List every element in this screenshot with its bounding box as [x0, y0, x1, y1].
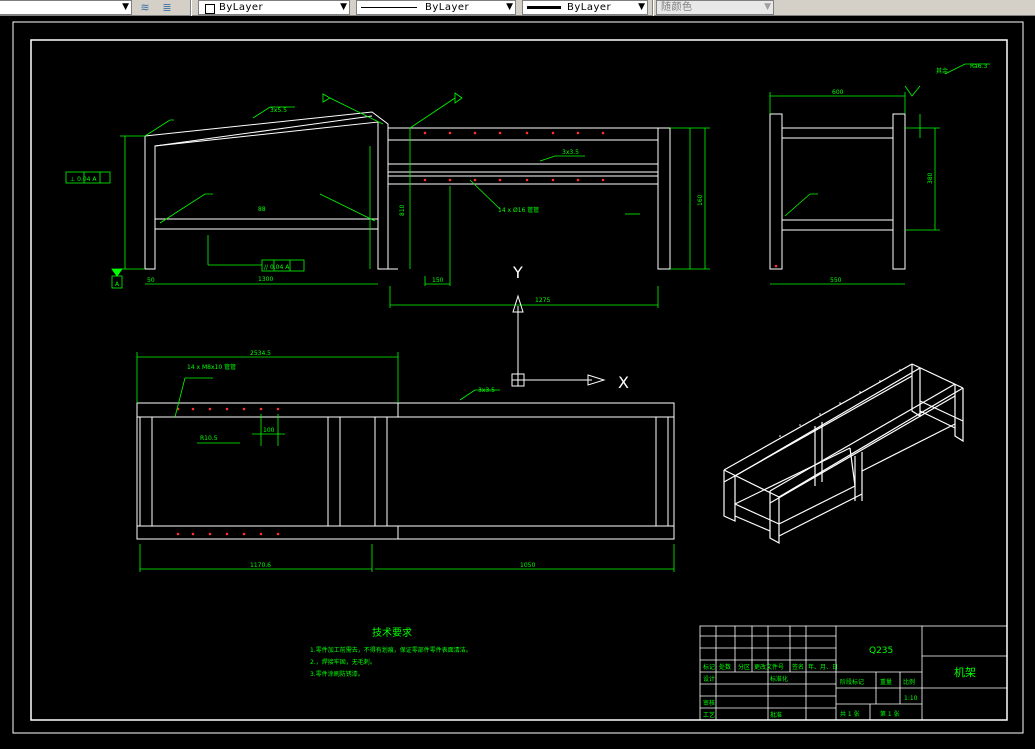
drawing-canvas[interactable]: 3x5.5 3x3.5 14 x Ø16 管管 ⊥ 0.04 A // 0.04… [0, 16, 1035, 745]
drawing-svg: 3x5.5 3x3.5 14 x Ø16 管管 ⊥ 0.04 A // 0.04… [12, 21, 1024, 734]
row-review: 审核 [703, 699, 715, 707]
side-view [769, 113, 906, 270]
perp-tolerance: ⊥ 0.04 A [70, 176, 97, 183]
top-view-labels: 2534.5 1170.6 1050 100 14 x M8x10 管管 R10… [187, 350, 535, 569]
tech-title: 技术要求 [372, 626, 412, 639]
layer-dropdown[interactable]: ▼ [0, 0, 132, 15]
scale-value: 1:10 [904, 695, 918, 702]
tech-item-2: 2.，焊接牢固，无毛刺。 [310, 658, 376, 666]
front-view [144, 111, 671, 270]
row-process: 工艺 [703, 711, 715, 719]
header-change-doc: 更改文件号 [754, 663, 784, 671]
chevron-down-icon: ▼ [340, 2, 347, 12]
toolbar-separator [190, 0, 192, 16]
chevron-down-icon: ▼ [638, 2, 645, 12]
isometric-holes [779, 369, 901, 437]
side-dim-bottom: 550 [830, 277, 842, 284]
plotstyle-dropdown[interactable]: 随颜色 ▼ [656, 0, 774, 15]
lineweight-preview [527, 6, 561, 9]
lineweight-dropdown[interactable]: ByLayer ▼ [522, 0, 648, 15]
part-name: 机架 [954, 665, 976, 679]
linetype-preview [361, 7, 417, 8]
header-date: 年、月、日 [808, 663, 838, 671]
side-dim-height: 380 [927, 172, 934, 184]
weld-label-1: 3x5.5 [270, 107, 287, 114]
linetype-dropdown[interactable]: ByLayer ▼ [356, 0, 516, 15]
top-dim-total: 2534.5 [250, 350, 271, 357]
front-view-labels: 3x5.5 3x3.5 14 x Ø16 管管 ⊥ 0.04 A // 0.04… [70, 107, 704, 304]
toolbar-separator [652, 0, 654, 16]
tech-item-1: 1.零件加工前需去，不得有划痕，保证零部件零件表面清洁。 [310, 646, 472, 654]
weight-label: 重量 [880, 678, 892, 686]
datum-label: A [115, 281, 120, 288]
dim-width-left: 1300 [258, 276, 273, 283]
row-standard: 标准化 [770, 675, 788, 683]
tech-item-3: 3.零件涂刷防锈漆。 [310, 670, 364, 678]
dim-810: 810 [399, 204, 406, 216]
layer-manager-icon[interactable]: ≋ [138, 1, 152, 14]
material-label: Q235 [869, 646, 893, 656]
chevron-down-icon: ▼ [122, 2, 129, 12]
chevron-down-icon: ▼ [506, 2, 513, 12]
front-view-holes [423, 131, 605, 182]
layer-previous-icon[interactable]: ≣ [160, 1, 174, 14]
radius-note: R10.5 [200, 435, 218, 442]
dim-160: 160 [697, 194, 704, 206]
dim-width-right: 1275 [535, 297, 550, 304]
color-swatch [205, 4, 215, 14]
dim-88: 88 [258, 206, 266, 213]
sheet-number: 第 1 张 [880, 710, 900, 718]
side-dim-top: 600 [832, 89, 844, 96]
color-dropdown[interactable]: ByLayer ▼ [198, 0, 350, 15]
ucs-icon [511, 294, 606, 387]
sheet-count: 共 1 张 [840, 710, 860, 718]
roughness-label: Ra6.3 [970, 63, 987, 70]
tube-note: 14 x Ø16 管管 [498, 206, 539, 214]
header-zone: 分区 [738, 663, 750, 671]
top-dim-100: 100 [263, 427, 275, 434]
ucs-x-label: X [618, 373, 629, 392]
hole-note: 14 x M8x10 管管 [187, 363, 236, 371]
dim-150: 150 [432, 277, 444, 284]
row-approve: 批准 [770, 711, 782, 719]
header-signature: 签名 [792, 663, 804, 671]
technical-requirements: 技术要求 1.零件加工前需去，不得有划痕，保证零部件零件表面清洁。 2.，焊接牢… [310, 626, 472, 678]
weld-label-3: 3x3.5 [478, 387, 495, 394]
roughness-other-label: 其余 [936, 67, 948, 75]
top-dim-left: 1170.6 [250, 562, 271, 569]
chevron-down-icon: ▼ [764, 2, 771, 12]
header-mark: 标记 [703, 663, 715, 671]
dim-50: 50 [147, 277, 155, 284]
isometric-view [723, 363, 964, 545]
scale-label: 比例 [903, 678, 915, 686]
row-design: 设计 [703, 675, 715, 683]
top-view [136, 402, 675, 540]
top-dim-right: 1050 [520, 562, 535, 569]
side-view-dimensions [769, 63, 990, 285]
stage-label: 阶段标记 [840, 678, 864, 686]
properties-toolbar: ▼ ≋ ≣ ByLayer ▼ ByLayer ▼ ByLayer ▼ 随颜色 … [0, 0, 1035, 16]
ucs-y-label: Y [512, 263, 523, 282]
para-tolerance: // 0.04 A [264, 264, 290, 271]
weld-label-2: 3x3.5 [562, 149, 579, 156]
side-view-holes [774, 264, 778, 268]
header-count: 处数 [719, 663, 731, 671]
